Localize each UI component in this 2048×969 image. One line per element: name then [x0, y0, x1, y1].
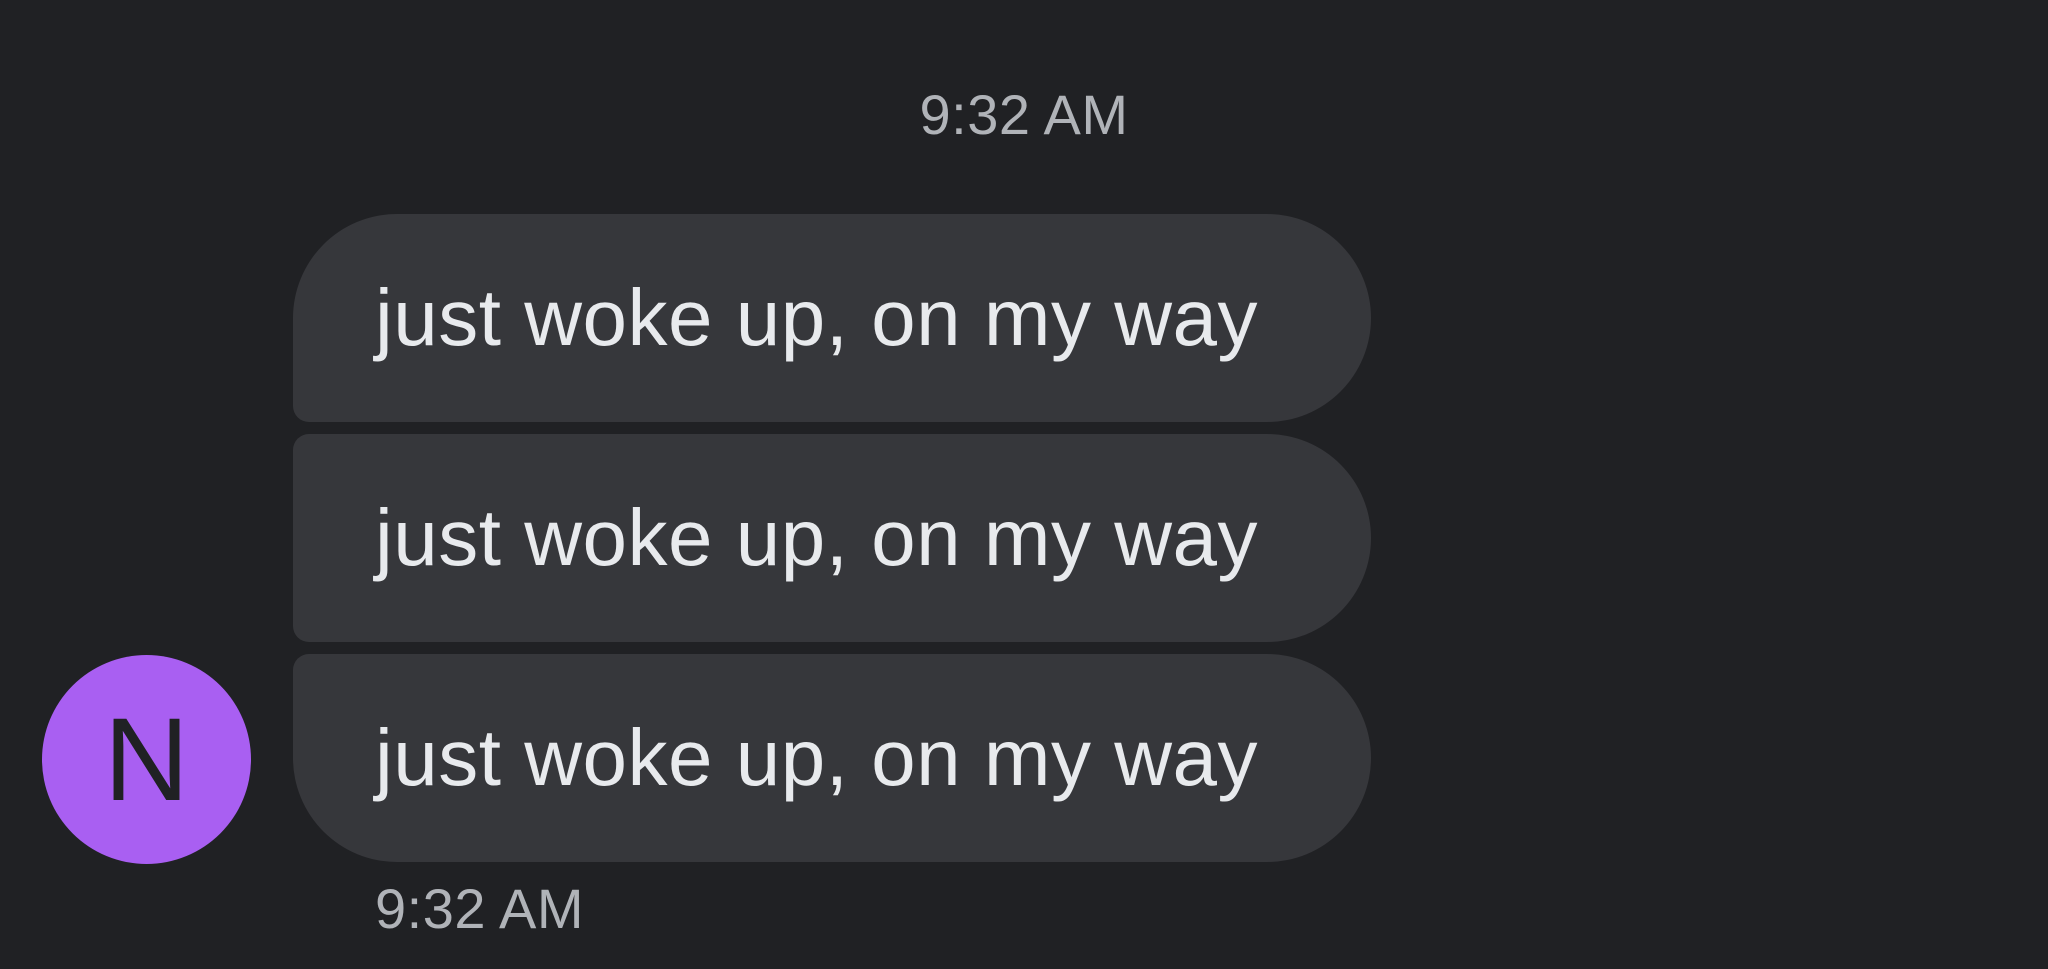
avatar[interactable]: N [42, 655, 251, 864]
message-bubble[interactable]: just woke up, on my way [293, 654, 1371, 862]
message-group: just woke up, on my way just woke up, on… [293, 214, 1371, 862]
message-bubble[interactable]: just woke up, on my way [293, 214, 1371, 422]
message-bubble[interactable]: just woke up, on my way [293, 434, 1371, 642]
message-text: just woke up, on my way [375, 493, 1258, 582]
message-text: just woke up, on my way [375, 713, 1258, 802]
message-timestamp: 9:32 AM [375, 877, 584, 940]
message-text: just woke up, on my way [375, 273, 1258, 362]
conversation-timestamp: 9:32 AM [919, 83, 1129, 146]
avatar-initial: N [103, 693, 190, 826]
